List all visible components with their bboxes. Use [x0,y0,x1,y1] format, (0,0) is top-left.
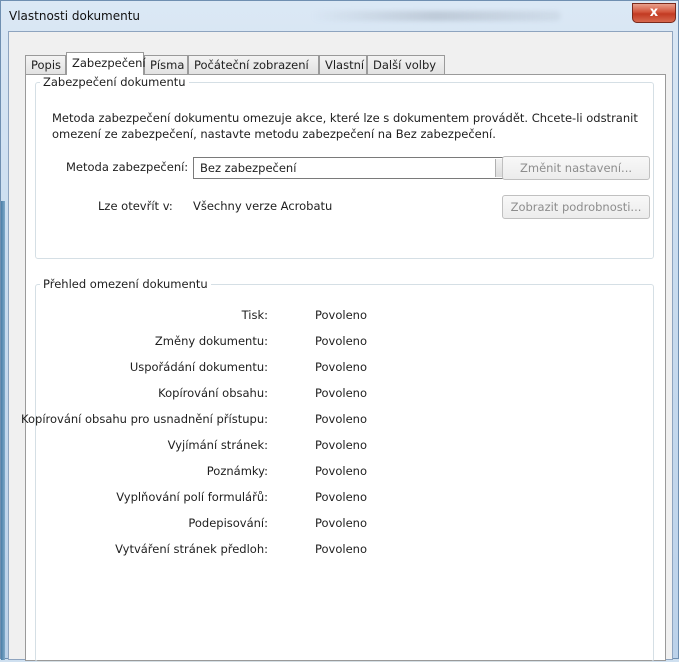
open-in-value: Všechny verze Acrobatu [193,199,333,213]
restriction-label: Poznámky: [206,464,268,478]
restriction-label: Kopírování obsahu: [158,386,268,400]
security-description: Metoda zabezpečení dokumentu omezuje akc… [52,111,638,141]
document-properties-window: Vlastnosti dokumentu x Popis Zabezpečení… [0,0,679,662]
window-title: Vlastnosti dokumentu [9,9,141,23]
window-edge-decoration [1,201,5,660]
restriction-label: Tisk: [241,308,268,322]
security-method-select[interactable]: Bez zabezpečení ▼ [193,157,516,179]
restriction-label: Vyjímání stránek: [167,438,268,452]
tab-pocatecni-zobrazeni[interactable]: Počáteční zobrazení [188,55,319,74]
restriction-row-kopirovani-pristupnost: Kopírování obsahu pro usnadnění přístupu… [21,412,636,428]
tab-pisma[interactable]: Písma [144,55,188,74]
restriction-label: Vyplňování polí formulářů: [116,490,268,504]
restriction-row-predlohy: Vytváření stránek předloh: Povoleno [36,542,636,558]
restriction-value: Povoleno [315,308,367,322]
restriction-row-zmeny: Změny dokumentu: Povoleno [36,334,636,350]
close-button[interactable]: x [632,3,676,23]
restriction-value: Povoleno [315,386,367,400]
restriction-value: Povoleno [315,360,367,374]
security-group: Zabezpečení dokumentu Metoda zabezpečení… [35,75,654,259]
restriction-value: Povoleno [315,412,367,426]
restriction-row-podepisovani: Podepisování: Povoleno [36,516,636,532]
blurred-title-text [311,11,561,21]
restriction-value: Povoleno [315,542,367,556]
restriction-row-kopirovani: Kopírování obsahu: Povoleno [36,386,636,402]
restriction-row-vyjimani: Vyjímání stránek: Povoleno [36,438,636,454]
tab-vlastni[interactable]: Vlastní [319,55,367,74]
restriction-value: Povoleno [315,490,367,504]
security-group-title: Zabezpečení dokumentu [43,75,186,89]
tab-dalsi-volby[interactable]: Další volby [367,55,445,74]
restrictions-group: Přehled omezení dokumentu Tisk: Povoleno… [21,277,654,662]
title-bar[interactable]: Vlastnosti dokumentu x [1,1,678,31]
tab-zabezpeceni[interactable]: Zabezpečení [66,52,146,75]
restriction-label: Změny dokumentu: [154,334,268,348]
restriction-row-tisk: Tisk: Povoleno [36,308,636,324]
show-details-button[interactable]: Zobrazit podrobnosti... [502,195,650,219]
restriction-label: Kopírování obsahu pro usnadnění přístupu… [21,412,268,426]
restriction-value: Povoleno [315,438,367,452]
change-settings-button[interactable]: Změnit nastavení... [502,156,650,180]
restriction-row-usporadani: Uspořádání dokumentu: Povoleno [36,360,636,376]
restriction-label: Podepisování: [188,516,268,530]
open-in-label: Lze otevřít v: [98,199,173,213]
method-label: Metoda zabezpečení: [66,160,189,174]
dialog-client-area: Popis Zabezpečení Písma Počáteční zobraz… [8,31,673,662]
restriction-value: Povoleno [315,334,367,348]
restriction-label: Vytváření stránek předloh: [115,542,268,556]
restriction-row-formulare: Vyplňování polí formulářů: Povoleno [36,490,636,506]
tab-popis[interactable]: Popis [25,55,66,74]
restrictions-group-title: Přehled omezení dokumentu [43,277,208,291]
restriction-value: Povoleno [315,516,367,530]
restriction-label: Uspořádání dokumentu: [129,360,268,374]
restriction-value: Povoleno [315,464,367,478]
security-method-value: Bez zabezpečení [200,161,297,175]
restriction-row-poznamky: Poznámky: Povoleno [36,464,636,480]
security-tab-panel: Zabezpečení dokumentu Metoda zabezpečení… [21,74,666,662]
